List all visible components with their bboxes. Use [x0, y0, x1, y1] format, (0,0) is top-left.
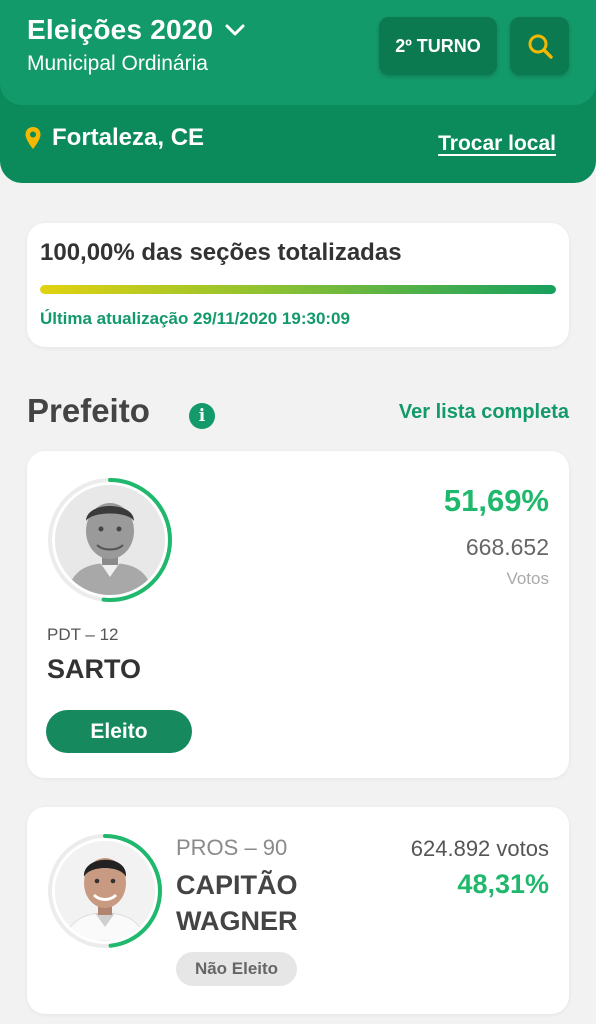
turno-button[interactable]: 2º TURNO: [379, 17, 497, 75]
candidate-name: SARTO: [47, 654, 142, 684]
last-update-text: Última atualização 29/11/2020 19:30:09: [40, 309, 350, 328]
totalization-progress-bar: [40, 285, 556, 294]
candidate-party: PROS – 90: [176, 835, 288, 860]
progress-fill: [40, 285, 556, 294]
sections-totalized-text: 100,00% das seções totalizadas: [40, 239, 402, 266]
election-subtitle: Municipal Ordinária: [27, 52, 208, 75]
app-header: Eleições 2020 Municipal Ordinária 2º TUR…: [0, 0, 596, 183]
vote-count: 624.892 votos: [410, 836, 549, 861]
candidate-name: CAPITÃO WAGNER: [176, 870, 298, 936]
chevron-down-icon: [225, 24, 245, 36]
vote-percentage: 48,31%: [457, 869, 549, 899]
location-pin-icon: [25, 127, 41, 149]
election-title: Eleições 2020: [27, 14, 214, 45]
election-dropdown[interactable]: Eleições 2020: [27, 14, 245, 46]
vote-count: 668.652: [465, 534, 549, 560]
candidate-party: PDT – 12: [47, 625, 119, 644]
see-full-list-link[interactable]: Ver lista completa: [399, 401, 569, 424]
elected-badge: Eleito: [46, 710, 192, 753]
election-selector-bar: Eleições 2020 Municipal Ordinária 2º TUR…: [0, 0, 596, 105]
votes-label: Votos: [506, 569, 549, 588]
search-icon: [528, 34, 553, 59]
totalization-status-card: 100,00% das seções totalizadas Última at…: [27, 223, 569, 347]
candidate-photo: [55, 841, 155, 941]
info-icon[interactable]: i: [189, 403, 215, 429]
candidate-avatar: [47, 477, 173, 603]
location-name: Fortaleza, CE: [52, 124, 205, 151]
candidate-photo: [55, 485, 165, 595]
vote-percentage: 51,69%: [443, 483, 549, 518]
not-elected-badge: Não Eleito: [176, 952, 297, 986]
location-display: Fortaleza, CE: [24, 124, 204, 152]
change-location-link[interactable]: Trocar local: [438, 132, 556, 156]
search-button[interactable]: [510, 17, 569, 75]
section-title: Prefeito: [27, 392, 150, 429]
candidate-avatar: [47, 833, 163, 949]
candidate-card[interactable]: PROS – 90 CAPITÃO WAGNER 624.892 votos 4…: [27, 807, 569, 1014]
candidate-card[interactable]: 51,69% 668.652 Votos PDT – 12 SARTO Elei…: [27, 451, 569, 778]
